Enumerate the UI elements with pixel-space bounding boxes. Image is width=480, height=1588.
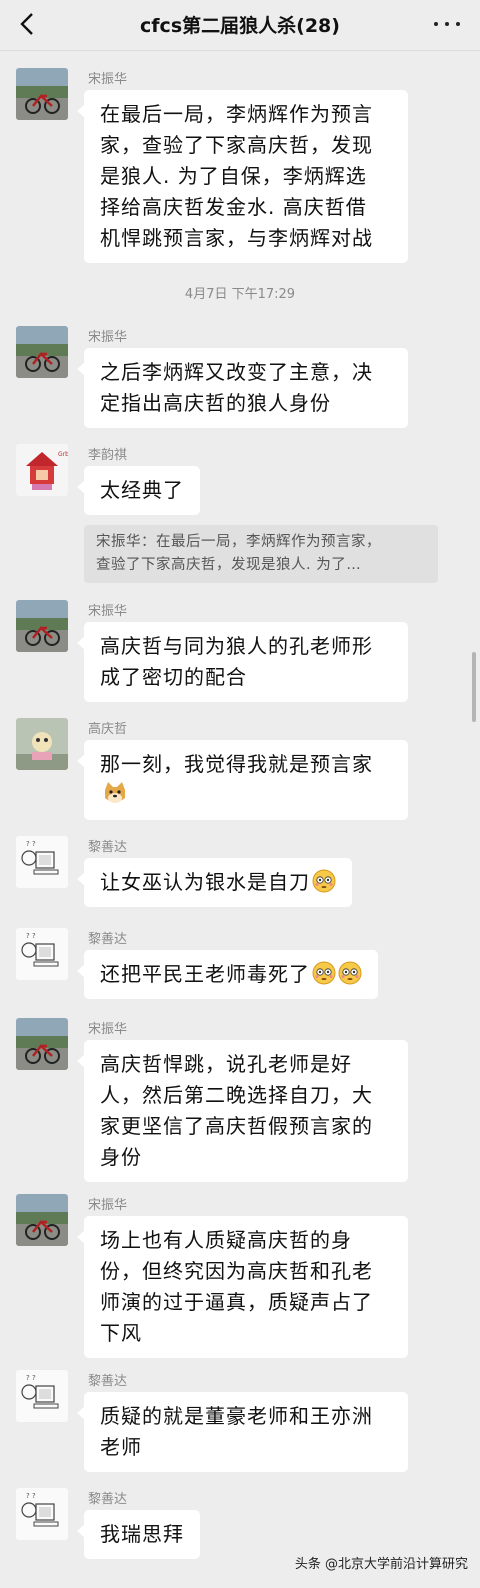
message-bubble[interactable]: 高庆哲悍跳，说孔老师是好 人，然后第二晚选择自刀，大 家更坚信了高庆哲假预言家的…: [77, 1040, 408, 1182]
sender-name: 高庆哲: [88, 722, 128, 737]
message-line: 下风: [100, 1321, 142, 1345]
sender-name: 宋振华: [88, 72, 128, 87]
sender-name: 黎善达: [88, 932, 128, 947]
message-line: 高庆哲与同为狼人的孔老师形: [100, 634, 373, 658]
scrollbar-handle[interactable]: [472, 652, 476, 722]
message-line: 身份: [100, 1145, 142, 1169]
message-line: 择给高庆哲发金水. 高庆哲借: [100, 195, 367, 219]
sender-name: 宋振华: [88, 604, 128, 619]
timestamp: 4月7日 下午17:29: [184, 287, 296, 302]
doge-emoji: [105, 782, 125, 803]
message-line: 机悍跳预言家，与李炳辉对战: [100, 226, 373, 250]
message-bubble[interactable]: 质疑的就是董豪老师和王亦洲 老师: [77, 1392, 408, 1472]
avatar-bicycle[interactable]: [16, 600, 68, 652]
message-line: 太经典了: [100, 478, 184, 502]
message-bubble[interactable]: 还把平民王老师毒死了: [77, 950, 378, 999]
message-line: 人，然后第二晚选择自刀，大: [100, 1083, 373, 1107]
sender-name: 李韵祺: [88, 448, 128, 463]
message-line: 场上也有人质疑高庆哲的身: [100, 1228, 352, 1252]
chat-header: cfcs第二届狼人杀(28): [0, 0, 480, 51]
back-arrow-icon[interactable]: [14, 10, 42, 38]
avatar-bicycle[interactable]: [16, 1018, 68, 1070]
message-line: 让女巫认为银水是自刀: [100, 870, 310, 894]
message-bubble[interactable]: 那一刻，我觉得我就是预言家: [77, 740, 408, 820]
message-line: 高庆哲悍跳，说孔老师是好: [100, 1052, 352, 1076]
sender-name: 黎善达: [88, 1492, 128, 1507]
sender-name: 宋振华: [88, 1198, 128, 1213]
svg-text:Grb: Grb: [58, 451, 68, 458]
message-line: 家更坚信了高庆哲假预言家的: [100, 1114, 373, 1138]
message-bubble[interactable]: 高庆哲与同为狼人的孔老师形 成了密切的配合: [77, 622, 408, 702]
flushed-face-emoji: [312, 961, 336, 985]
message-line: 家，查验了下家高庆哲，发现: [100, 133, 373, 157]
sender-name: 宋振华: [88, 1022, 128, 1037]
avatar-sketch[interactable]: ? ?: [16, 928, 68, 980]
avatar-bicycle[interactable]: [16, 68, 68, 120]
message-line: 还把平民王老师毒死了: [100, 962, 310, 986]
svg-text:? ?: ? ?: [26, 1374, 36, 1382]
chat-title: cfcs第二届狼人杀(28): [140, 15, 340, 37]
watermark: 头条 @北京大学前沿计算研究: [294, 1557, 468, 1572]
message-line: 成了密切的配合: [100, 665, 247, 689]
message-line: 之后李炳辉又改变了主意，决: [100, 360, 373, 384]
quoted-message[interactable]: 宋振华：在最后一局，李炳辉作为预言家， 查验了下家高庆哲，发现是狼人. 为了…: [84, 525, 438, 583]
message-line: 老师: [100, 1435, 142, 1459]
svg-text:? ?: ? ?: [26, 1492, 36, 1500]
sender-name: 宋振华: [88, 330, 128, 345]
message-bubble[interactable]: 让女巫认为银水是自刀: [77, 858, 352, 907]
message-bubble[interactable]: 场上也有人质疑高庆哲的身 份，但终究因为高庆哲和孔老 师演的过于逼真，质疑声占了…: [77, 1216, 408, 1358]
avatar-bicycle[interactable]: [16, 326, 68, 378]
message-line: 那一刻，我觉得我就是预言家: [100, 752, 373, 776]
message-line: 质疑的就是董豪老师和王亦洲: [100, 1404, 373, 1428]
message-line: 我瑞思拜: [100, 1522, 184, 1546]
avatar-sketch[interactable]: ? ?: [16, 1370, 68, 1422]
avatar-toy[interactable]: [16, 718, 68, 770]
message-bubble[interactable]: 我瑞思拜: [77, 1510, 200, 1559]
message-bubble[interactable]: 太经典了: [77, 466, 200, 515]
avatar-cartoon[interactable]: Grb: [16, 444, 68, 496]
emoji-line: [100, 780, 392, 811]
svg-text:? ?: ? ?: [26, 932, 36, 940]
message-line: 是狼人. 为了自保，李炳辉选: [100, 164, 367, 188]
message-line: 定指出高庆哲的狼人身份: [100, 391, 331, 415]
flushed-face-emoji: [312, 869, 336, 893]
quote-line: 查验了下家高庆哲，发现是狼人. 为了…: [96, 557, 362, 573]
message-line: 在最后一局，李炳辉作为预言: [100, 102, 373, 126]
quote-line: 宋振华：在最后一局，李炳辉作为预言家，: [96, 534, 381, 550]
flushed-face-emoji: [338, 961, 362, 985]
avatar-sketch[interactable]: ? ?: [16, 836, 68, 888]
message-bubble[interactable]: 在最后一局，李炳辉作为预言 家，查验了下家高庆哲，发现 是狼人. 为了自保，李炳…: [77, 90, 408, 263]
message-line: 师演的过于逼真，质疑声占了: [100, 1290, 373, 1314]
avatar-bicycle[interactable]: [16, 1194, 68, 1246]
message-line: 份，但终究因为高庆哲和孔老: [100, 1259, 373, 1283]
sender-name: 黎善达: [88, 840, 128, 855]
message-bubble[interactable]: 之后李炳辉又改变了主意，决 定指出高庆哲的狼人身份: [77, 348, 408, 428]
more-options-icon[interactable]: [432, 12, 462, 36]
sender-name: 黎善达: [88, 1374, 128, 1389]
avatar-sketch[interactable]: ? ?: [16, 1488, 68, 1540]
svg-text:? ?: ? ?: [26, 840, 36, 848]
